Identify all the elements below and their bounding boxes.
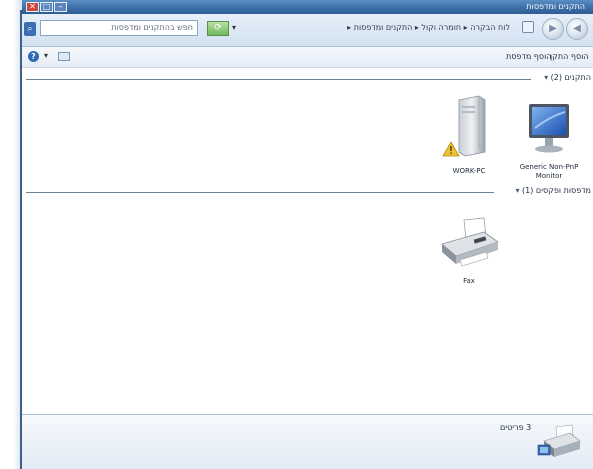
device-name: Fax [463, 277, 475, 285]
device-name: Generic Non-PnP Monitor [519, 163, 579, 180]
group-divider [26, 79, 531, 80]
search-icon[interactable]: ⌕ [24, 22, 36, 36]
details-pane: 3 פריטים [22, 414, 593, 469]
add-printer-button[interactable]: הוסף מדפסת [506, 52, 552, 61]
group-header-printers[interactable]: מדפסות ופקסים (1) ▾ [26, 186, 593, 198]
control-panel-icon [522, 21, 534, 33]
item-count: 3 פריטים [500, 423, 532, 432]
refresh-button[interactable]: ⟳ [207, 21, 229, 36]
help-icon[interactable]: ? [28, 51, 39, 62]
change-view-icon[interactable] [58, 52, 70, 61]
group-divider [26, 192, 494, 193]
computer-tower-icon [442, 95, 486, 157]
device-monitor[interactable]: Generic Non-PnP Monitor [514, 98, 584, 181]
fax-printer-icon [441, 217, 499, 267]
back-button[interactable]: ◀ [566, 18, 588, 40]
forward-button[interactable]: ▶ [542, 18, 564, 40]
window-controls: ✕ □ – [26, 2, 67, 12]
minimize-button[interactable]: – [54, 2, 67, 12]
close-button[interactable]: ✕ [26, 2, 39, 12]
maximize-button[interactable]: □ [40, 2, 53, 12]
explorer-window: ✕ □ – התקנים ומדפסות ⌕ חפש בהתקנים ומדפס… [22, 0, 593, 469]
title-bar[interactable]: ✕ □ – התקנים ומדפסות [22, 0, 593, 14]
help-dropdown[interactable]: ▾ [44, 51, 48, 60]
window-title: התקנים ומדפסות [526, 2, 585, 11]
search-input[interactable]: חפש בהתקנים ומדפסות [40, 20, 198, 36]
breadcrumb[interactable]: לוח הבקרה ▸ חומרה וקול ▸ התקנים ומדפסות … [248, 23, 510, 37]
address-toolbar: ⌕ חפש בהתקנים ומדפסות ⟳ ▾ לוח הבקרה ▸ חו… [22, 14, 593, 47]
devices-printers-icon [536, 423, 582, 464]
monitor-icon [529, 104, 569, 153]
group-header-devices[interactable]: התקנים (2) ▾ [26, 73, 593, 85]
history-dropdown[interactable]: ▾ [232, 23, 236, 32]
window-frame-left [0, 0, 22, 469]
command-bar: ? ▾ הוסף מדפסת הוסף התקן [22, 47, 593, 68]
group-label: התקנים (2) ▾ [544, 73, 591, 82]
group-label: מדפסות ופקסים (1) ▾ [515, 186, 591, 195]
device-name: WORK-PC [452, 167, 486, 175]
device-fax[interactable]: Fax [434, 214, 504, 286]
device-computer[interactable]: WORK-PC [434, 92, 504, 176]
add-device-button[interactable]: הוסף התקן [550, 52, 589, 61]
